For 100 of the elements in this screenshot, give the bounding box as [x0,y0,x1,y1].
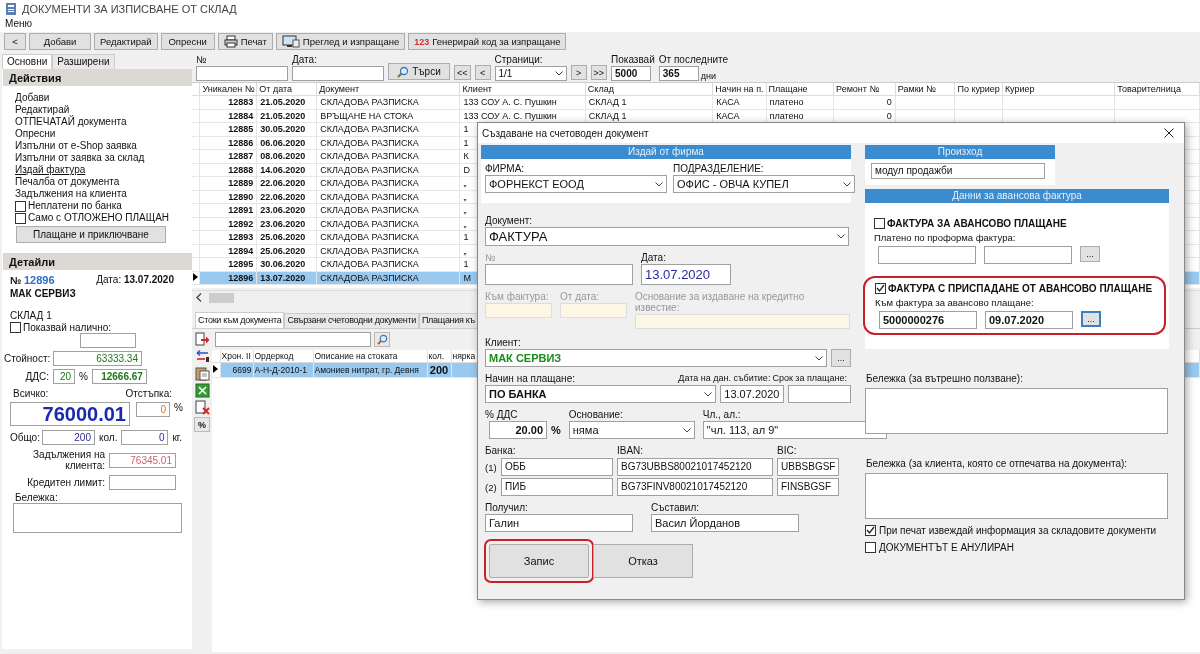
browse-button[interactable]: ... [831,349,851,367]
column-header[interactable]: Ордеркод [253,350,313,363]
note-field[interactable] [865,388,1168,434]
basis-dropdown[interactable]: няма [568,421,695,439]
tax-date-field[interactable]: 13.07.2020 [720,385,784,403]
tab[interactable]: Свързани счетоводни документи [284,313,419,328]
iban-field[interactable]: BG73UBBS80021017452120 [617,458,773,476]
column-header[interactable]: Товарителница [1114,83,1200,96]
tab[interactable]: Основни [2,54,53,69]
percent-button[interactable]: % [194,417,210,432]
column-header[interactable]: Хрон. II [220,350,253,363]
column-header[interactable]: Уникален № [200,83,257,96]
action-link[interactable]: Задължения на клиента [15,188,192,200]
search-field[interactable] [215,332,371,347]
tab[interactable]: Разширени [52,54,115,69]
number-field[interactable] [485,264,633,285]
article-dropdown[interactable]: "чл. 113, ал 9" [702,421,887,439]
due-date-field[interactable] [787,385,851,403]
cancel-button[interactable]: Отказ [593,544,693,578]
page-nav-button[interactable]: < [474,65,491,80]
clipboard-icon[interactable] [194,366,210,381]
note-field[interactable] [13,503,182,533]
delete-document-icon[interactable] [194,400,210,415]
bic-field[interactable]: UBBSBGSF [777,458,839,476]
export-icon[interactable] [194,332,210,347]
browse-button[interactable]: ... [1080,246,1100,262]
origin-field[interactable]: модул продажби [871,163,1045,179]
column-header[interactable]: Описание на стоката [313,350,427,363]
client-dropdown[interactable]: МАК СЕРВИЗ [485,349,827,367]
checkbox[interactable] [865,541,876,553]
scrollbar-thumb[interactable] [209,292,234,303]
credit-limit-field[interactable] [109,475,176,490]
page-nav-button[interactable]: >> [590,65,608,80]
checkbox[interactable] [15,200,26,212]
number-field[interactable] [196,66,288,81]
action-link[interactable]: Изпълни от заявка за склад [15,152,192,164]
toolbar-button[interactable]: 123 Генерирай код за изпращане [408,33,567,50]
column-header[interactable]: От дата [256,83,317,96]
company-dropdown[interactable]: ФОРНЕКСТ ЕООД [485,175,667,193]
days-field[interactable]: 365 [658,66,699,81]
column-header[interactable]: Плащане [766,83,834,96]
note-field[interactable] [865,473,1168,519]
column-header[interactable]: Рамки № [895,83,955,96]
bank-field[interactable]: ПИБ [501,478,613,496]
author-field[interactable]: Васил Йорданов [651,514,799,532]
toolbar-button[interactable]: Добави [29,33,91,50]
toolbar-button[interactable]: Печат [217,33,273,50]
action-link[interactable]: ОТПЕЧАТАЙ документа [15,116,192,128]
division-dropdown[interactable]: ОФИС - ОВЧА КУПЕЛ [673,175,855,193]
action-link[interactable]: Редактирай [15,104,192,116]
column-header[interactable]: Документ [316,83,460,96]
close-icon[interactable] [1164,128,1174,138]
page-nav-button[interactable]: > [570,65,587,80]
column-header[interactable]: Склад [585,83,713,96]
action-link[interactable]: Издай фактура [15,164,192,176]
action-link[interactable]: Добави [15,92,192,104]
date-field[interactable] [292,66,384,81]
invoice-date-field[interactable]: 09.07.2020 [985,311,1073,329]
bic-field[interactable]: FINSBGSF [777,478,839,496]
browse-button[interactable]: ... [1081,311,1101,327]
action-link[interactable]: Печалба от документа [15,176,192,188]
search-button[interactable]: Търси [388,63,450,80]
document-dropdown[interactable]: ФАКТУРА [485,227,849,246]
column-header[interactable]: По куриер [954,83,1003,96]
column-header[interactable]: Начин на п. [712,83,766,96]
pay-button[interactable]: Плащане и приключване [16,226,166,243]
action-link[interactable]: Опресни [15,128,192,140]
iban-field[interactable]: BG73FINV80021017452120 [617,478,773,496]
bank-field[interactable]: ОББ [501,458,613,476]
value-field[interactable]: 63333.34 [53,351,142,366]
received-by-field[interactable]: Галин [485,514,633,532]
date-field[interactable]: 13.07.2020 [641,264,731,285]
page-nav-button[interactable]: << [454,65,471,80]
checkbox[interactable] [875,282,886,294]
menu-item[interactable]: Меню [5,18,33,29]
vat-rate-field[interactable]: 20 [53,369,75,384]
vat-field[interactable]: 20.00 [489,421,547,439]
input-field[interactable] [80,333,136,348]
toolbar-button[interactable]: Преглед и изпращане [275,33,406,50]
invoice-date-field[interactable] [984,246,1072,264]
toolbar-button[interactable]: Опресни [160,33,215,50]
tab[interactable]: Плащания къ [418,313,478,328]
debt-field[interactable]: 76345.01 [109,452,176,468]
toolbar-button[interactable]: < [4,33,26,50]
checkbox[interactable] [865,524,876,536]
checkbox[interactable] [874,217,885,229]
total-field[interactable]: 76000.01 [10,402,130,426]
quantity-field[interactable]: 200 [42,430,95,445]
tab[interactable]: Стоки към документа [195,312,285,328]
spreadsheet-icon[interactable] [194,383,210,398]
checkbox[interactable] [10,321,21,333]
toolbar-button[interactable]: Редактирай [94,33,158,50]
action-link[interactable]: Изпълни от e-Shop заявка [15,140,192,152]
column-header[interactable]: Куриер [1002,83,1115,96]
transfer-icon[interactable] [194,349,210,364]
show-count-field[interactable]: 5000 [611,66,652,81]
column-header[interactable]: Ремонт № [833,83,896,96]
column-header[interactable]: Клиент [459,83,586,96]
scroll-left-icon[interactable] [195,293,203,302]
checkbox[interactable] [15,212,26,224]
